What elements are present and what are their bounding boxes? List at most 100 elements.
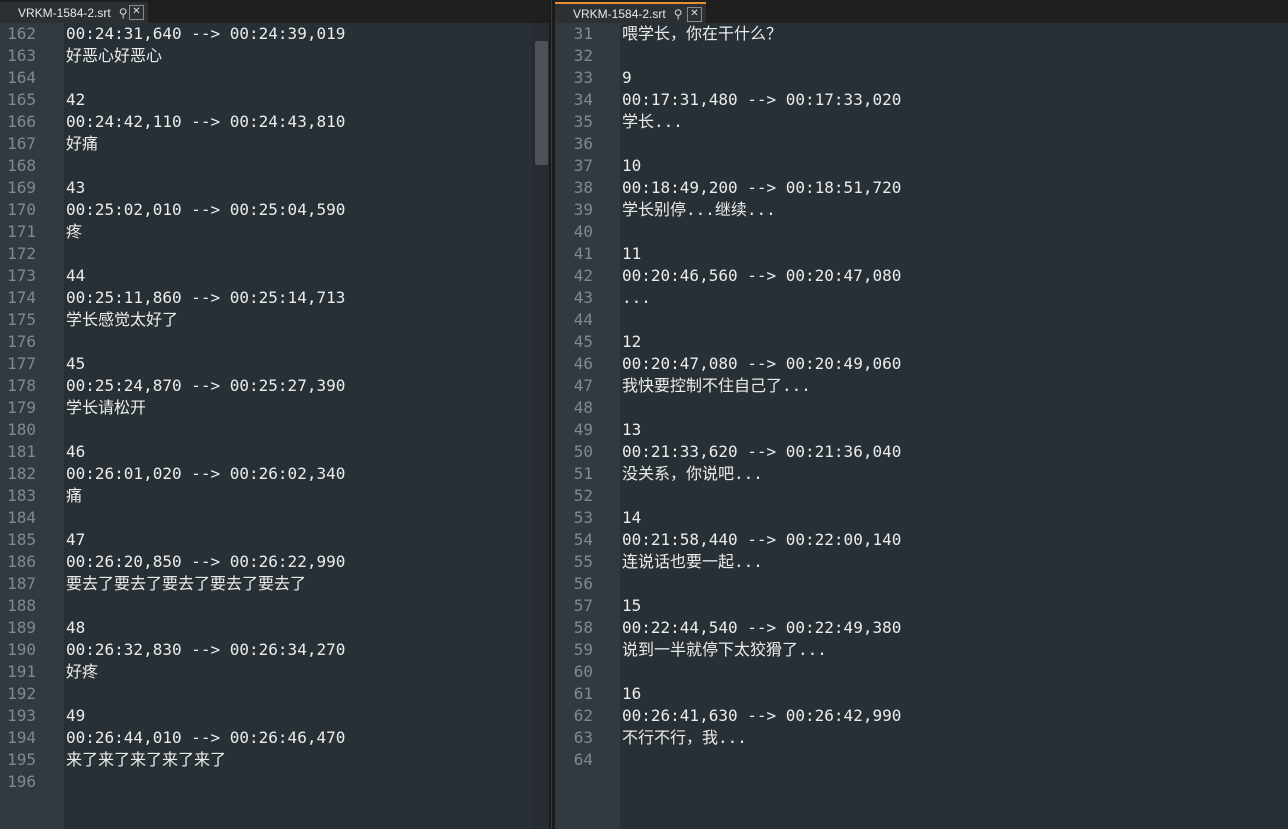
editor-line[interactable]: 64	[555, 749, 1288, 771]
editor-line[interactable]: 186 00:26:20,850 --> 00:26:22,990	[0, 551, 549, 573]
line-number: 62	[573, 706, 593, 725]
editor-line[interactable]: 50 00:21:33,620 --> 00:21:36,040	[555, 441, 1288, 463]
editor-line[interactable]: 36	[555, 133, 1288, 155]
editor-line[interactable]: 45 12	[555, 331, 1288, 353]
editor-line[interactable]: 52	[555, 485, 1288, 507]
pin-icon[interactable]: ⚲	[119, 6, 128, 20]
editor-line[interactable]: 178 00:25:24,870 --> 00:25:27,390	[0, 375, 549, 397]
editor-line[interactable]: 184	[0, 507, 549, 529]
editor-line[interactable]: 58 00:22:44,540 --> 00:22:49,380	[555, 617, 1288, 639]
editor-line[interactable]: 48	[555, 397, 1288, 419]
editor-line[interactable]: 46 00:20:47,080 --> 00:20:49,060	[555, 353, 1288, 375]
line-text: 好疼	[66, 662, 99, 681]
line-number: 51	[573, 464, 593, 483]
editor-line[interactable]: 41 11	[555, 243, 1288, 265]
left-file-tab[interactable]: VRKM-1584-2.srt ⚲ ✕	[0, 2, 148, 23]
line-text: 45	[66, 354, 86, 373]
editor-line[interactable]: 193 49	[0, 705, 549, 727]
editor-line[interactable]: 39 学长别停...继续...	[555, 199, 1288, 221]
right-file-tab[interactable]: VRKM-1584-2.srt ⚲ ✕	[555, 2, 706, 23]
editor-line[interactable]: 51 没关系，你说吧...	[555, 463, 1288, 485]
editor-line[interactable]: 49 13	[555, 419, 1288, 441]
line-number: 46	[573, 354, 593, 373]
left-scrollbar-thumb[interactable]	[535, 41, 548, 165]
line-number: 193	[7, 706, 36, 725]
editor-line[interactable]: 34 00:17:31,480 --> 00:17:33,020	[555, 89, 1288, 111]
line-text: 00:20:46,560 --> 00:20:47,080	[622, 266, 902, 285]
left-text-editor[interactable]: 162 00:24:31,640 --> 00:24:39,019 163 好恶心好恶…	[0, 23, 549, 829]
line-number: 178	[7, 376, 36, 395]
line-number: 191	[7, 662, 36, 681]
right-text-editor[interactable]: 31 喂学长，你在干什么？ 32 33 9 34 00:17:31,480 --> 00:1…	[555, 23, 1288, 829]
pin-icon[interactable]: ⚲	[674, 7, 683, 21]
editor-line[interactable]: 171 疼	[0, 221, 549, 243]
editor-line[interactable]: 180	[0, 419, 549, 441]
editor-line[interactable]: 172	[0, 243, 549, 265]
editor-line[interactable]: 166 00:24:42,110 --> 00:24:43,810	[0, 111, 549, 133]
editor-line[interactable]: 57 15	[555, 595, 1288, 617]
editor-line[interactable]: 168	[0, 155, 549, 177]
editor-line[interactable]: 42 00:20:46,560 --> 00:20:47,080	[555, 265, 1288, 287]
line-text: 连说话也要一起...	[622, 552, 763, 571]
line-text: 47	[66, 530, 86, 549]
editor-line[interactable]: 33 9	[555, 67, 1288, 89]
editor-line[interactable]: 37 10	[555, 155, 1288, 177]
editor-line[interactable]: 183 痛	[0, 485, 549, 507]
editor-line[interactable]: 44	[555, 309, 1288, 331]
line-number: 185	[7, 530, 36, 549]
editor-line[interactable]: 173 44	[0, 265, 549, 287]
line-number: 196	[7, 772, 36, 791]
line-text: 说到一半就停下太狡猾了...	[622, 640, 827, 659]
editor-line[interactable]: 170 00:25:02,010 --> 00:25:04,590	[0, 199, 549, 221]
line-number: 49	[573, 420, 593, 439]
right-editor-pane: VRKM-1584-2.srt ⚲ ✕ 31 喂学长，你在干什么？ 32 33 9 34 0…	[555, 0, 1288, 829]
editor-line[interactable]: 191 好疼	[0, 661, 549, 683]
editor-line[interactable]: 62 00:26:41,630 --> 00:26:42,990	[555, 705, 1288, 727]
editor-line[interactable]: 188	[0, 595, 549, 617]
editor-line[interactable]: 177 45	[0, 353, 549, 375]
line-number: 182	[7, 464, 36, 483]
editor-line[interactable]: 176	[0, 331, 549, 353]
editor-line[interactable]: 189 48	[0, 617, 549, 639]
editor-line[interactable]: 169 43	[0, 177, 549, 199]
line-number: 170	[7, 200, 36, 219]
editor-line[interactable]: 164	[0, 67, 549, 89]
editor-line[interactable]: 63 不行不行，我...	[555, 727, 1288, 749]
close-icon[interactable]: ✕	[687, 7, 702, 22]
close-icon[interactable]: ✕	[129, 5, 144, 20]
editor-line[interactable]: 192	[0, 683, 549, 705]
editor-line[interactable]: 31 喂学长，你在干什么？	[555, 23, 1288, 45]
editor-line[interactable]: 61 16	[555, 683, 1288, 705]
editor-line[interactable]: 38 00:18:49,200 --> 00:18:51,720	[555, 177, 1288, 199]
editor-line[interactable]: 181 46	[0, 441, 549, 463]
editor-line[interactable]: 194 00:26:44,010 --> 00:26:46,470	[0, 727, 549, 749]
editor-line[interactable]: 60	[555, 661, 1288, 683]
editor-line[interactable]: 59 说到一半就停下太狡猾了...	[555, 639, 1288, 661]
editor-line[interactable]: 32	[555, 45, 1288, 67]
editor-line[interactable]: 175 学长感觉太好了	[0, 309, 549, 331]
editor-line[interactable]: 56	[555, 573, 1288, 595]
editor-line[interactable]: 174 00:25:11,860 --> 00:25:14,713	[0, 287, 549, 309]
editor-line[interactable]: 165 42	[0, 89, 549, 111]
editor-line[interactable]: 162 00:24:31,640 --> 00:24:39,019	[0, 23, 549, 45]
line-number: 35	[573, 112, 593, 131]
editor-line[interactable]: 47 我快要控制不住自己了...	[555, 375, 1288, 397]
editor-line[interactable]: 190 00:26:32,830 --> 00:26:34,270	[0, 639, 549, 661]
editor-line[interactable]: 35 学长...	[555, 111, 1288, 133]
editor-line[interactable]: 55 连说话也要一起...	[555, 551, 1288, 573]
editor-line[interactable]: 179 学长请松开	[0, 397, 549, 419]
editor-line[interactable]: 167 好痛	[0, 133, 549, 155]
editor-line[interactable]: 195 来了来了来了来了来了	[0, 749, 549, 771]
editor-line[interactable]: 43...	[555, 287, 1288, 309]
editor-line[interactable]: 182 00:26:01,020 --> 00:26:02,340	[0, 463, 549, 485]
editor-line[interactable]: 196	[0, 771, 549, 793]
editor-line[interactable]: 40	[555, 221, 1288, 243]
editor-line[interactable]: 54 00:21:58,440 --> 00:22:00,140	[555, 529, 1288, 551]
editor-line[interactable]: 53 14	[555, 507, 1288, 529]
editor-line[interactable]: 163 好恶心好恶心	[0, 45, 549, 67]
right-text-lines: 31 喂学长，你在干什么？ 32 33 9 34 00:17:31,480 --> 00:1…	[555, 23, 1288, 771]
editor-line[interactable]: 187 要去了要去了要去了要去了要去了	[0, 573, 549, 595]
line-number: 184	[7, 508, 36, 527]
left-scrollbar[interactable]	[532, 23, 549, 829]
editor-line[interactable]: 185 47	[0, 529, 549, 551]
